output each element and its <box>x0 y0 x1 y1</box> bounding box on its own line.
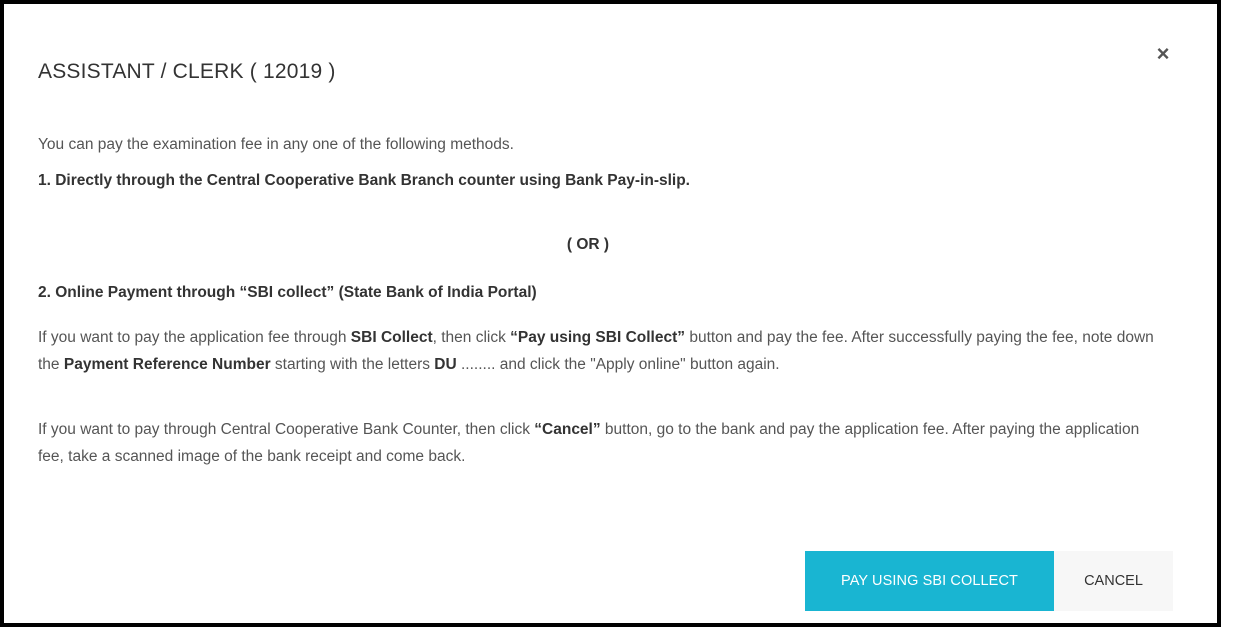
method-1-text: 1. Directly through the Central Cooperat… <box>38 172 690 189</box>
bank-instr-part1: If you want to pay through Central Coope… <box>38 421 535 438</box>
modal-title: ASSISTANT / CLERK ( 12019 ) <box>38 60 336 83</box>
bank-counter-instructions: If you want to pay through Central Coope… <box>38 416 1158 470</box>
sbi-collect-bold: SBI Collect <box>350 329 433 346</box>
pay-using-sbi-collect-button[interactable]: PAY USING SBI COLLECT <box>805 551 1054 611</box>
payment-modal: ASSISTANT / CLERK ( 12019 ) × You can pa… <box>4 4 1217 623</box>
payment-ref-bold: Payment Reference Number <box>63 356 271 373</box>
intro-text: You can pay the examination fee in any o… <box>38 136 514 153</box>
sbi-instr-part1: If you want to pay the application fee t… <box>38 329 351 346</box>
close-icon[interactable]: × <box>1151 42 1175 66</box>
method-2-text: 2. Online Payment through “SBI collect” … <box>38 284 537 301</box>
screenshot-frame: ASSISTANT / CLERK ( 12019 ) × You can pa… <box>0 0 1221 627</box>
sbi-instructions: If you want to pay the application fee t… <box>38 324 1158 378</box>
sbi-instr-part2: , then click <box>432 329 511 346</box>
sbi-instr-part5: ........ and click the "Apply online" bu… <box>456 356 780 373</box>
or-separator: ( OR ) <box>566 236 610 253</box>
cancel-bold: “Cancel” <box>534 421 601 438</box>
cancel-button[interactable]: CANCEL <box>1054 551 1173 611</box>
pay-using-bold: “Pay using SBI Collect” <box>510 329 686 346</box>
sbi-instr-part4: starting with the letters <box>270 356 435 373</box>
du-bold: DU <box>434 356 457 373</box>
